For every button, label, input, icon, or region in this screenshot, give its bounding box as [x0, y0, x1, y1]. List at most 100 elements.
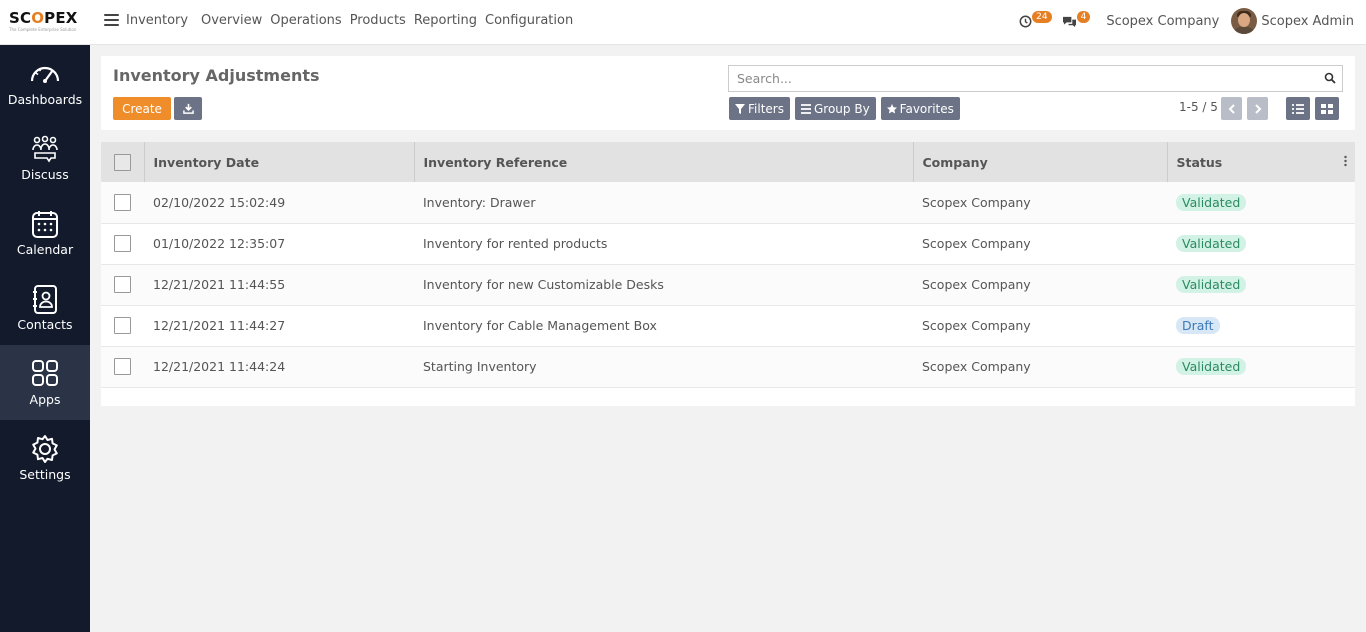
- cell-inventory-date: 02/10/2022 15:02:49: [153, 194, 286, 210]
- cell-inventory-reference: Inventory for rented products: [423, 236, 608, 251]
- contacts-icon: [33, 284, 57, 314]
- star-icon: [886, 103, 897, 113]
- table-row[interactable]: 01/10/2022 12:35:07 Inventory for rented…: [101, 223, 1355, 264]
- activity-button[interactable]: 24: [1019, 11, 1052, 28]
- menu-reporting[interactable]: Reporting: [414, 13, 477, 28]
- cell-inventory-reference: Inventory for Cable Management Box: [423, 318, 657, 333]
- filters-button[interactable]: Filters: [729, 97, 790, 120]
- search-icon[interactable]: [1324, 72, 1336, 84]
- optional-columns-icon[interactable]: [1344, 155, 1347, 167]
- sidebar-item-label: Contacts: [17, 316, 73, 332]
- kanban-view-button[interactable]: [1315, 97, 1339, 120]
- pager-next-button[interactable]: [1247, 97, 1268, 120]
- menu-overview[interactable]: Overview: [201, 13, 262, 28]
- sidebar-item-discuss[interactable]: Discuss: [0, 120, 90, 195]
- cell-inventory-date: 01/10/2022 12:35:07: [153, 236, 286, 251]
- table-header-row: Inventory Date Inventory Reference Compa…: [101, 142, 1355, 182]
- chevron-left-icon: [1228, 103, 1235, 114]
- column-header-inventory-reference[interactable]: Inventory Reference: [414, 142, 914, 182]
- group-by-button[interactable]: Group By: [794, 97, 876, 120]
- list-view-icon: [1292, 103, 1304, 114]
- column-header-inventory-date[interactable]: Inventory Date: [144, 142, 415, 182]
- clock-icon: [1019, 15, 1032, 27]
- company-switcher[interactable]: Scopex Company: [1106, 14, 1219, 29]
- status-badge: Validated: [1176, 235, 1247, 252]
- table-row[interactable]: 12/21/2021 11:44:27 Inventory for Cable …: [101, 305, 1355, 346]
- sidebar-item-label: Discuss: [21, 166, 69, 182]
- cell-inventory-date: 12/21/2021 11:44:24: [153, 359, 286, 374]
- chevron-right-icon: [1254, 103, 1261, 114]
- cell-company: Scopex Company: [922, 236, 1031, 251]
- create-button[interactable]: Create: [113, 97, 171, 120]
- current-app-name[interactable]: Inventory: [126, 13, 188, 28]
- cell-inventory-date: 12/21/2021 11:44:55: [153, 277, 286, 292]
- top-menu: Overview Operations Products Reporting C…: [201, 13, 573, 28]
- column-header-status[interactable]: Status: [1167, 142, 1355, 182]
- sidebar-item-settings[interactable]: Settings: [0, 420, 90, 495]
- favorites-button[interactable]: Favorites: [880, 97, 960, 120]
- status-badge: Validated: [1176, 358, 1247, 375]
- kanban-view-icon: [1321, 103, 1333, 114]
- apps-grid-icon: [32, 359, 58, 386]
- cell-inventory-date: 12/21/2021 11:44:27: [153, 318, 286, 333]
- sidebar-item-dashboards[interactable]: Dashboards: [0, 45, 90, 120]
- table-row[interactable]: 12/21/2021 11:44:24 Starting Inventory S…: [101, 346, 1355, 387]
- export-button[interactable]: [174, 97, 202, 120]
- top-navbar: SCOPEX The Complete Enterprise Solution …: [0, 0, 1366, 45]
- bars-icon: [800, 103, 811, 114]
- discuss-icon: [32, 135, 58, 162]
- select-all-checkbox[interactable]: [114, 153, 131, 171]
- gear-icon: [32, 434, 58, 463]
- cell-inventory-reference: Inventory for new Customizable Desks: [423, 277, 664, 292]
- activity-count-badge: 24: [1032, 11, 1052, 23]
- sidebar-item-contacts[interactable]: Contacts: [0, 270, 90, 345]
- table-row[interactable]: 12/21/2021 11:44:55 Inventory for new Cu…: [101, 264, 1355, 305]
- filter-funnel-icon: [735, 103, 745, 114]
- page-title: Inventory Adjustments: [113, 66, 320, 85]
- user-avatar[interactable]: [1231, 8, 1258, 34]
- sidebar-item-label: Settings: [19, 466, 71, 482]
- user-menu[interactable]: Scopex Admin: [1261, 14, 1354, 29]
- cell-company: Scopex Company: [922, 318, 1031, 333]
- hamburger-menu-icon[interactable]: [104, 14, 119, 27]
- row-checkbox[interactable]: [114, 358, 131, 375]
- status-badge: Validated: [1176, 193, 1247, 211]
- calendar-icon: [32, 210, 58, 238]
- menu-operations[interactable]: Operations: [270, 13, 341, 28]
- row-checkbox[interactable]: [114, 235, 131, 252]
- column-header-company[interactable]: Company: [913, 142, 1168, 182]
- search-box: [728, 65, 1343, 92]
- row-checkbox[interactable]: [114, 317, 131, 334]
- status-badge: Validated: [1176, 276, 1247, 293]
- pager-previous-button[interactable]: [1221, 97, 1242, 120]
- cell-company: Scopex Company: [922, 277, 1031, 292]
- messages-count-badge: 4: [1076, 11, 1091, 23]
- speedometer-icon: [30, 66, 60, 83]
- messages-button[interactable]: 4: [1062, 11, 1091, 28]
- list-view-button[interactable]: [1286, 97, 1310, 120]
- row-checkbox[interactable]: [114, 276, 131, 293]
- cell-inventory-reference: Inventory: Drawer: [423, 194, 536, 210]
- search-input[interactable]: [729, 66, 1309, 91]
- scopex-logo[interactable]: SCOPEX The Complete Enterprise Solution: [9, 10, 85, 32]
- pager-value[interactable]: 1-5 / 5: [1179, 100, 1218, 114]
- menu-configuration[interactable]: Configuration: [485, 13, 573, 28]
- menu-products[interactable]: Products: [350, 13, 406, 28]
- sidebar-item-label: Dashboards: [7, 91, 83, 107]
- sidebar-item-label: Apps: [29, 391, 61, 407]
- inventory-list: Inventory Date Inventory Reference Compa…: [101, 142, 1355, 406]
- sidebar-item-label: Calendar: [16, 241, 74, 257]
- table-row[interactable]: 02/10/2022 15:02:49 Inventory: Drawer Sc…: [101, 182, 1355, 223]
- sidebar-item-calendar[interactable]: Calendar: [0, 195, 90, 270]
- sidebar-item-apps[interactable]: Apps: [0, 345, 90, 420]
- app-sidebar: Dashboards Discuss Calendar Contacts App…: [0, 45, 90, 632]
- status-badge: Draft: [1176, 317, 1220, 334]
- cell-company: Scopex Company: [922, 194, 1031, 210]
- cell-inventory-reference: Starting Inventory: [423, 359, 537, 374]
- control-panel: Inventory Adjustments Create Filters Gro…: [101, 56, 1355, 130]
- download-icon: [182, 103, 194, 114]
- select-all-cell: [101, 142, 145, 182]
- row-checkbox[interactable]: [114, 193, 131, 211]
- chat-bubbles-icon: [1062, 16, 1076, 27]
- inventory-table: Inventory Date Inventory Reference Compa…: [101, 142, 1355, 388]
